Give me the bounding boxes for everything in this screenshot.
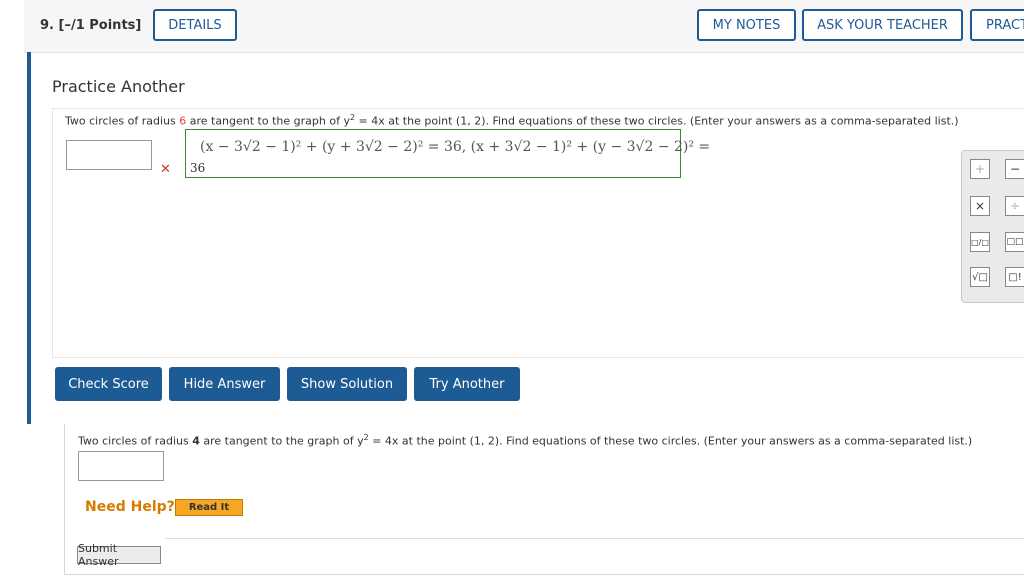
question-body: Two circles of radius 4 are tangent to t…	[64, 424, 1024, 575]
times-key[interactable]: ×	[970, 196, 990, 216]
try-another-button[interactable]: Try Another	[414, 367, 520, 401]
practice-title: Practice Another	[52, 77, 185, 96]
answer-input[interactable]	[78, 451, 164, 481]
question-prompt: Two circles of radius 4 are tangent to t…	[78, 433, 973, 448]
math-palette: + − × ÷ □/□ □□ √□ □!	[961, 150, 1024, 303]
divide-key[interactable]: ÷	[1005, 196, 1024, 216]
my-notes-button[interactable]: MY NOTES	[697, 9, 796, 41]
divider	[165, 538, 1024, 539]
question-radius: 4	[192, 434, 200, 448]
practice-panel: Two circles of radius 6 are tangent to t…	[52, 108, 1024, 358]
check-score-button[interactable]: Check Score	[55, 367, 162, 401]
question-header: 9. [–/1 Points] DETAILS MY NOTES ASK YOU…	[24, 0, 1024, 53]
minus-key[interactable]: −	[1005, 159, 1024, 179]
fraction-key[interactable]: □/□	[970, 232, 990, 252]
submit-answer-button[interactable]: Submit Answer	[77, 542, 161, 568]
math-preview: (x − 3√2 − 1)² + (y + 3√2 − 2)² = 36, (x…	[185, 129, 710, 178]
plus-key[interactable]: +	[970, 159, 990, 179]
ask-your-teacher-button[interactable]: ASK YOUR TEACHER	[802, 9, 963, 41]
details-button[interactable]: DETAILS	[153, 9, 237, 41]
incorrect-icon: ✕	[160, 162, 171, 177]
need-help-label: Need Help?	[85, 499, 175, 515]
practice-accent-bar	[27, 52, 31, 424]
sqrt-key[interactable]: √□	[970, 267, 990, 287]
question-number: 9. [–/1 Points]	[40, 18, 142, 33]
hide-answer-button[interactable]: Hide Answer	[169, 367, 280, 401]
read-it-button[interactable]: Read It	[175, 499, 243, 516]
math-preview-line: (x − 3√2 − 1)² + (y + 3√2 − 2)² = 36, (x…	[200, 139, 711, 155]
factorial-key[interactable]: □!	[1005, 267, 1024, 287]
practice-another-button[interactable]: PRACT	[970, 9, 1024, 41]
power-key[interactable]: □□	[1005, 232, 1024, 252]
math-preview-continued: 36	[190, 161, 206, 175]
practice-answer-input[interactable]	[66, 140, 152, 170]
practice-prompt: Two circles of radius 6 are tangent to t…	[65, 113, 959, 128]
show-solution-button[interactable]: Show Solution	[287, 367, 407, 401]
